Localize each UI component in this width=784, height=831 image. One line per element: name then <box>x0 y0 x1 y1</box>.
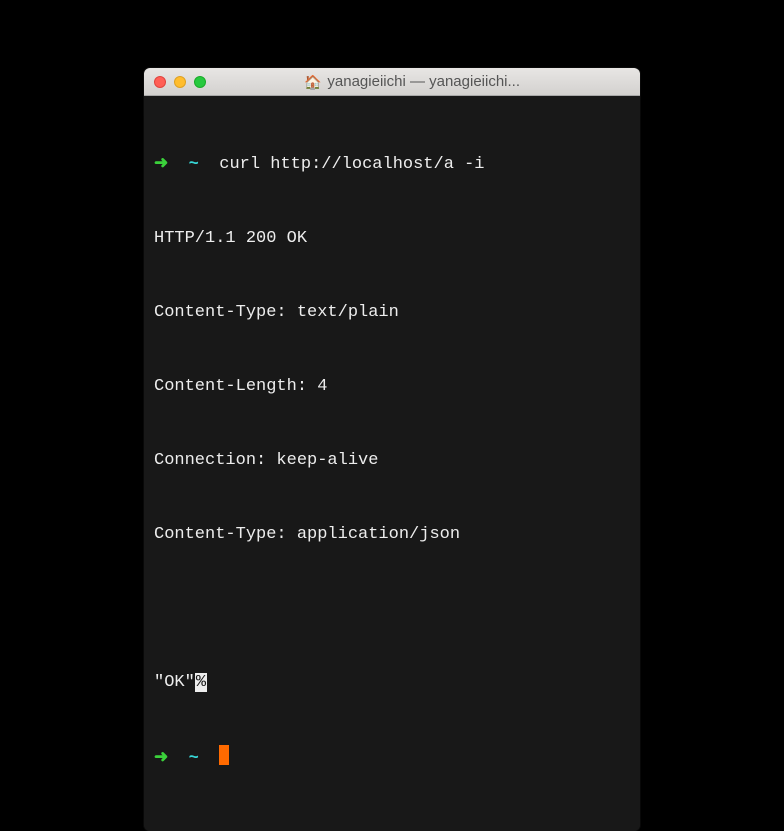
prompt-path: ~ <box>189 155 199 174</box>
home-icon: 🏠 <box>304 75 321 89</box>
prompt-path: ~ <box>189 749 199 768</box>
minimize-icon[interactable] <box>174 76 186 88</box>
output-body-line: "OK"% <box>154 671 630 696</box>
blank-line <box>154 597 630 622</box>
trailing-percent: % <box>195 673 207 692</box>
window-title: 🏠 yanagieiichi — yanagieiichi... <box>214 73 630 90</box>
prompt-arrow-icon: ➜ <box>154 749 168 768</box>
cursor-icon <box>219 745 229 765</box>
output-line: Content-Type: application/json <box>154 523 630 548</box>
output-line: Content-Length: 4 <box>154 375 630 400</box>
output-line: HTTP/1.1 200 OK <box>154 227 630 252</box>
terminal-body[interactable]: ➜ ~ curl http://localhost/a -i HTTP/1.1 … <box>144 96 640 831</box>
prompt-arrow-icon: ➜ <box>154 155 168 174</box>
title-text: yanagieiichi — yanagieiichi... <box>327 73 520 90</box>
prompt-line: ➜ ~ curl http://localhost/a -i <box>154 153 630 178</box>
output-line: Connection: keep-alive <box>154 449 630 474</box>
traffic-lights <box>154 76 206 88</box>
command-text: curl http://localhost/a -i <box>219 155 484 174</box>
terminal-window: 🏠 yanagieiichi — yanagieiichi... ➜ ~ cur… <box>144 68 640 831</box>
close-icon[interactable] <box>154 76 166 88</box>
titlebar[interactable]: 🏠 yanagieiichi — yanagieiichi... <box>144 68 640 96</box>
prompt-line: ➜ ~ <box>154 745 630 772</box>
output-line: Content-Type: text/plain <box>154 301 630 326</box>
zoom-icon[interactable] <box>194 76 206 88</box>
response-body: "OK" <box>154 673 195 692</box>
